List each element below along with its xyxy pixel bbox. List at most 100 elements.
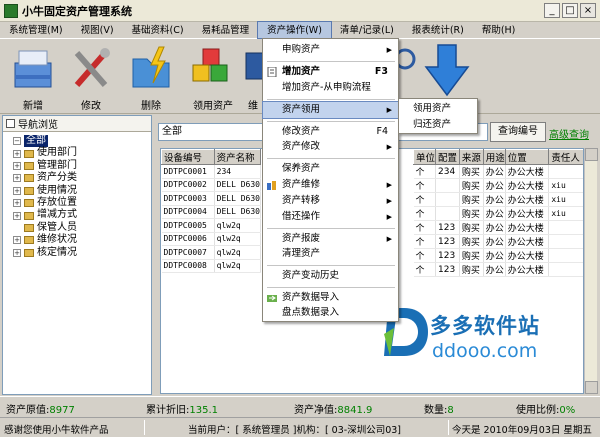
- menu-base-data[interactable]: 基础资料(C): [123, 22, 193, 38]
- query-id-button[interactable]: 查询编号: [490, 122, 546, 142]
- menu-item-inventory-entry[interactable]: 盘点数据录入: [263, 305, 398, 321]
- menu-item-purchase-request[interactable]: 申购资产 ▶: [263, 42, 398, 58]
- col-header[interactable]: 用途: [482, 149, 506, 165]
- expand-icon[interactable]: +: [13, 211, 21, 220]
- col-header[interactable]: 设备编号: [161, 149, 215, 165]
- status-separator: [144, 420, 145, 435]
- submenu-arrow-icon: ▶: [386, 181, 392, 189]
- menu-list-records[interactable]: 清单/记录(L): [331, 22, 403, 38]
- menu-item-history[interactable]: 资产变动历史: [263, 268, 398, 284]
- table-row[interactable]: 个 123 购买 办公 办公大楼: [413, 248, 583, 263]
- maximize-button[interactable]: □: [562, 3, 578, 18]
- tree-node[interactable]: + 存放位置: [3, 197, 151, 209]
- col-header[interactable]: 配置: [435, 149, 460, 165]
- table-row[interactable]: DDTPC0003 DELL D630: [161, 191, 262, 206]
- table-row[interactable]: 个 123 购买 办公 办公大楼: [413, 234, 583, 249]
- table-row[interactable]: 个购买 办公 办公大楼 xiu: [413, 192, 583, 207]
- receive-asset-button[interactable]: 领用资产: [182, 39, 244, 114]
- collapse-icon[interactable]: −: [13, 137, 21, 146]
- col-header[interactable]: 位置: [504, 149, 550, 165]
- table-row[interactable]: DDTPC0006 qlw2q: [161, 232, 262, 246]
- add-button[interactable]: 新增: [4, 39, 62, 114]
- watermark-title: 多多软件站: [430, 314, 540, 338]
- menu-divider: [267, 265, 395, 266]
- table-row[interactable]: DDTPC0008 qlw2q: [161, 259, 262, 273]
- col-header[interactable]: 单位: [412, 149, 437, 165]
- expand-icon[interactable]: +: [13, 248, 21, 257]
- navigation-tab[interactable]: 导航浏览: [3, 116, 151, 132]
- expand-icon[interactable]: +: [13, 186, 21, 195]
- table-row[interactable]: DDTPC0002 DELL D630: [161, 178, 262, 192]
- table-row[interactable]: DDTPC0001 234: [161, 164, 262, 179]
- menu-reports[interactable]: 报表统计(R): [403, 22, 473, 38]
- menu-divider: [267, 121, 395, 122]
- menu-item-scrap[interactable]: 资产报废 ▶: [263, 231, 398, 247]
- grid-left: 设备编号 资产名称 DDTPC0001 234 DDTPC0002 DELL D630…: [161, 149, 262, 273]
- menu-consumables[interactable]: 易耗品管理: [193, 22, 259, 38]
- table-row[interactable]: 个 123 购买 办公 办公大楼: [413, 220, 583, 235]
- expand-icon[interactable]: +: [13, 236, 21, 245]
- repair-label: 维: [248, 101, 258, 112]
- submenu-item-receive[interactable]: 领用资产: [399, 101, 477, 117]
- table-row[interactable]: DDTPC0004 DELL D630: [161, 205, 262, 219]
- menu-item-clear[interactable]: 清理资产: [263, 246, 398, 262]
- tree-node-all[interactable]: − 全部: [3, 135, 151, 148]
- submenu-item-return[interactable]: 归还资产: [399, 117, 477, 133]
- menu-item-asset-change[interactable]: 资产修改 ▶: [263, 139, 398, 155]
- tree-node[interactable]: + 维修状况: [3, 234, 151, 246]
- tree-node[interactable]: + 核定情况: [3, 247, 151, 259]
- tree-node[interactable]: + 管理部门: [3, 160, 151, 172]
- menu-view[interactable]: 视图(V): [72, 22, 123, 38]
- menu-asset-operations[interactable]: 资产操作(W): [257, 21, 332, 39]
- down-arrow-icon[interactable]: [424, 43, 470, 99]
- menu-item-maintain[interactable]: 保养资产: [263, 161, 398, 177]
- expand-icon[interactable]: +: [13, 174, 21, 183]
- receive-asset-label: 领用资产: [193, 101, 233, 112]
- table-row[interactable]: 个购买 办公 办公大楼 xiu: [413, 178, 583, 193]
- submenu-arrow-icon: ▶: [386, 143, 392, 151]
- menu-divider: [267, 99, 395, 100]
- new-doc-icon: [14, 50, 52, 88]
- menu-help[interactable]: 帮助(H): [473, 22, 525, 38]
- net-value-stat: 资产净值:8841.9: [294, 405, 373, 416]
- menu-item-modify-asset[interactable]: 修改资产 F4: [263, 124, 398, 140]
- tree-node[interactable]: + 资产分类: [3, 172, 151, 184]
- advanced-query-link[interactable]: 高级查询: [549, 126, 589, 141]
- menu-item-transfer[interactable]: 资产转移 ▶: [263, 193, 398, 209]
- expand-icon[interactable]: +: [13, 149, 21, 158]
- tree-node[interactable]: 保管人员: [3, 222, 151, 234]
- menu-item-borrow-return[interactable]: 借还操作 ▶: [263, 209, 398, 225]
- col-header[interactable]: 资产名称: [213, 149, 262, 165]
- thanks-text: 感谢您使用小牛软件产品: [4, 425, 109, 436]
- scroll-up-icon[interactable]: [585, 148, 598, 161]
- title-bar: 小牛固定资产管理系统: [0, 0, 600, 22]
- menu-system[interactable]: 系统管理(M): [0, 22, 72, 38]
- minimize-button[interactable]: _: [544, 3, 560, 18]
- expand-icon[interactable]: +: [13, 199, 21, 208]
- tree-node[interactable]: + 使用情况: [3, 185, 151, 197]
- col-header[interactable]: 来源: [458, 149, 484, 165]
- menu-item-add-asset[interactable]: 增加资产 F3: [263, 64, 398, 80]
- edit-button[interactable]: 修改: [62, 39, 120, 114]
- menu-item-add-from-request[interactable]: 增加资产-从申购流程: [263, 80, 398, 96]
- menu-item-repair[interactable]: 资产维修 ▶: [263, 177, 398, 193]
- close-button[interactable]: ×: [580, 3, 596, 18]
- usage-ratio-stat: 使用比例:0%: [516, 405, 576, 416]
- table-row[interactable]: 个购买 办公 办公大楼 xiu: [413, 206, 583, 221]
- tree-node[interactable]: + 使用部门: [3, 147, 151, 159]
- table-row[interactable]: 个 123 购买 办公 办公大楼: [413, 262, 583, 277]
- expand-icon[interactable]: +: [13, 161, 21, 170]
- cubes-icon: [192, 48, 228, 82]
- tree-node[interactable]: + 增减方式: [3, 209, 151, 221]
- navigation-title: 导航浏览: [18, 120, 58, 131]
- menu-item-asset-receive[interactable]: 资产领用 ▶: [262, 101, 399, 119]
- table-row[interactable]: DDTPC0007 qlw2q: [161, 245, 262, 260]
- table-row[interactable]: 个 234 购买 办公 办公大楼: [413, 164, 583, 179]
- repair-button[interactable]: 维: [242, 39, 264, 114]
- submenu-arrow-icon: ▶: [386, 213, 392, 221]
- col-header[interactable]: 责任人: [548, 149, 583, 165]
- scroll-down-icon[interactable]: [585, 381, 598, 394]
- menu-item-import[interactable]: 资产数据导入: [263, 290, 398, 306]
- table-row[interactable]: DDTPC0005 qlw2q: [161, 218, 262, 233]
- delete-button[interactable]: 删除: [122, 39, 180, 114]
